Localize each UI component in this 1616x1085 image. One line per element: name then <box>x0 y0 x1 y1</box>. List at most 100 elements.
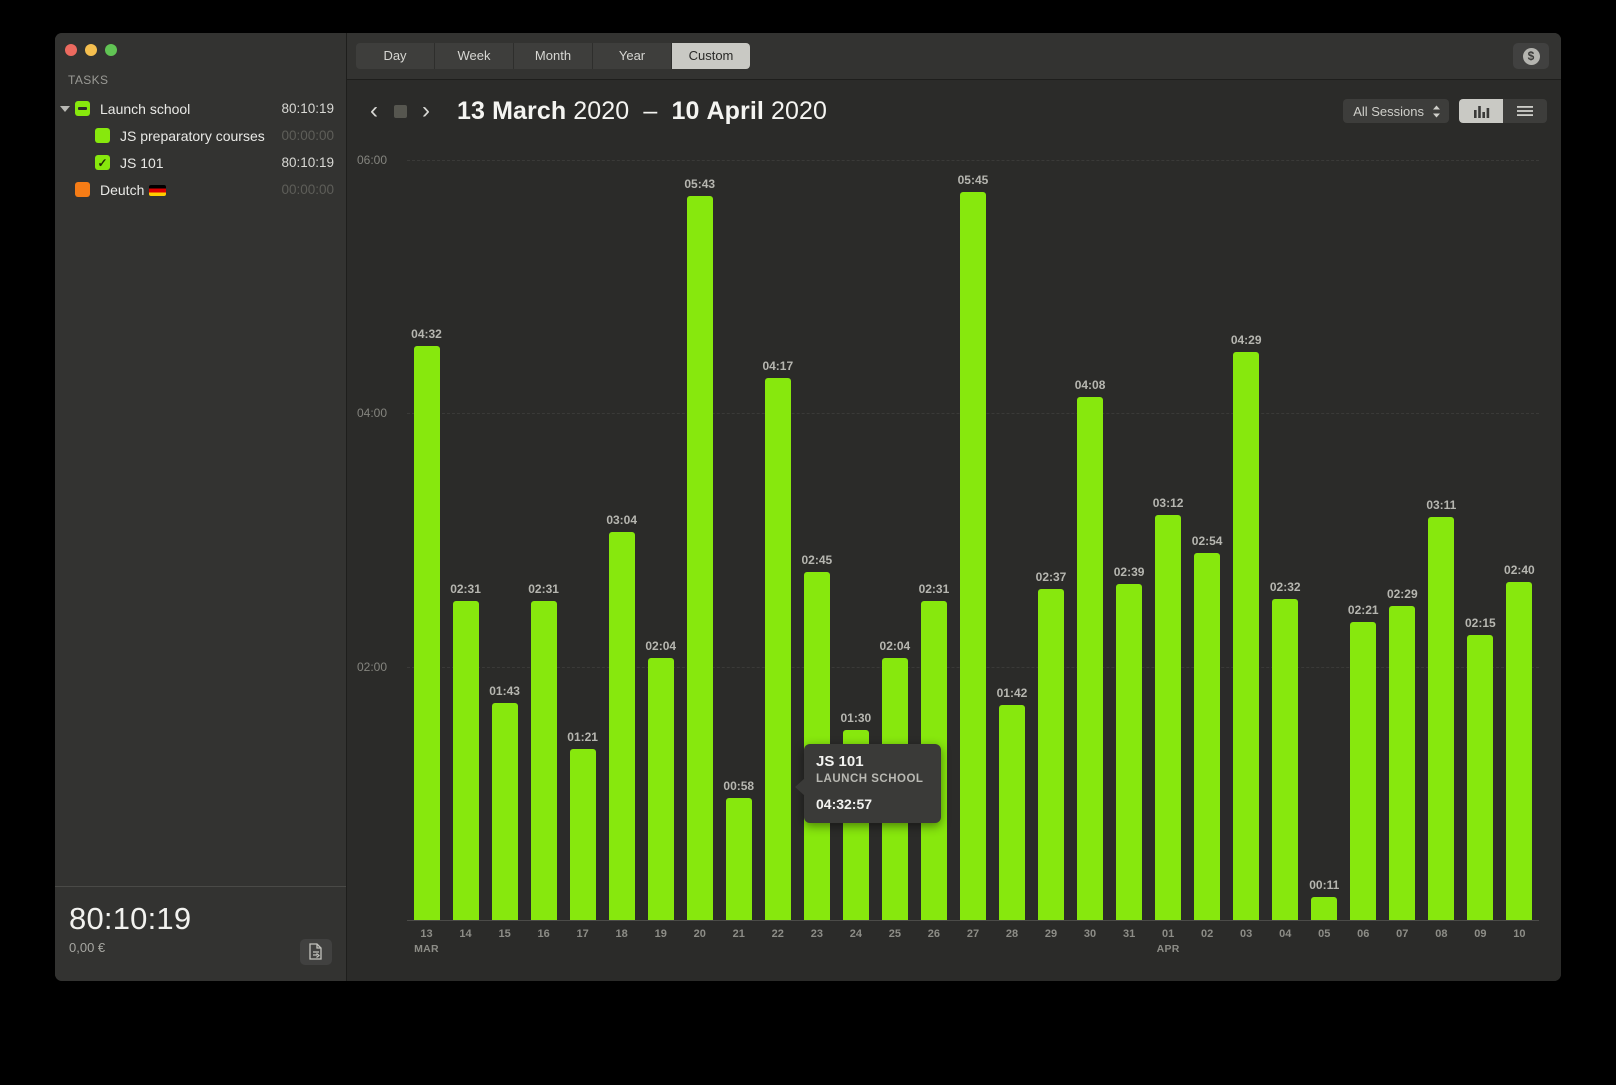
bar-column[interactable]: 04:29 <box>1227 142 1266 920</box>
bar[interactable] <box>1116 584 1143 920</box>
bar[interactable] <box>647 658 674 920</box>
bar[interactable] <box>998 704 1025 920</box>
tab-year[interactable]: Year <box>593 43 672 69</box>
bar-column[interactable]: 02:31 <box>446 142 485 920</box>
bar-column[interactable]: 02:39 <box>1110 142 1149 920</box>
stop-button[interactable] <box>387 96 413 126</box>
sessions-filter-dropdown[interactable]: All Sessions <box>1343 99 1449 123</box>
bar-column[interactable]: 02:04 <box>641 142 680 920</box>
bar-column[interactable]: 03:04 <box>602 142 641 920</box>
x-axis-tick: 04 <box>1266 928 1305 955</box>
x-axis-tick: 19 <box>641 928 680 955</box>
bar[interactable] <box>1155 514 1182 920</box>
bar[interactable] <box>1311 896 1338 920</box>
bar-column[interactable]: 05:43 <box>680 142 719 920</box>
right-controls: All Sessions <box>1343 99 1547 123</box>
x-axis-tick: 29 <box>1032 928 1071 955</box>
view-list-button[interactable] <box>1503 99 1547 123</box>
tab-month[interactable]: Month <box>514 43 593 69</box>
bar-column[interactable]: 02:37 <box>1032 142 1071 920</box>
bar-value-label: 02:21 <box>1347 603 1379 618</box>
bar-column[interactable]: 00:11 <box>1305 142 1344 920</box>
x-axis-day-label: 24 <box>849 928 862 940</box>
tab-custom[interactable]: Custom <box>672 43 750 69</box>
export-button[interactable] <box>300 939 332 965</box>
color-chip-green-minus-icon <box>75 101 90 116</box>
bar[interactable] <box>1467 635 1494 920</box>
bar[interactable] <box>1194 552 1221 920</box>
bar-column[interactable]: 00:58 <box>719 142 758 920</box>
bar-column[interactable]: 02:29 <box>1383 142 1422 920</box>
bar-column[interactable]: 02:40 <box>1500 142 1539 920</box>
y-axis-tick-label: 06:00 <box>357 153 388 167</box>
list-icon <box>1517 106 1533 116</box>
tab-day[interactable]: Day <box>356 43 435 69</box>
bar[interactable] <box>530 601 557 920</box>
bar[interactable] <box>1506 582 1533 920</box>
view-chart-button[interactable] <box>1459 99 1503 123</box>
bar[interactable] <box>1350 622 1377 920</box>
bar[interactable] <box>686 195 713 920</box>
bar-column[interactable]: 04:32 <box>407 142 446 920</box>
tab-week[interactable]: Week <box>435 43 514 69</box>
bar-value-label: 02:31 <box>528 582 559 597</box>
bar-column[interactable]: 02:15 <box>1461 142 1500 920</box>
zoom-window-button[interactable] <box>105 44 117 56</box>
bar[interactable] <box>1428 516 1455 920</box>
bar[interactable] <box>1272 599 1299 920</box>
view-mode-toggle[interactable] <box>1459 99 1547 123</box>
x-axis-tick: 27 <box>953 928 992 955</box>
bar[interactable] <box>452 601 479 920</box>
x-axis-day-label: 27 <box>966 928 980 940</box>
x-axis-day-label: 17 <box>576 928 589 940</box>
toolbar: Day Week Month Year Custom $ <box>347 33 1561 80</box>
bar[interactable] <box>1389 605 1416 920</box>
bar[interactable] <box>725 797 752 920</box>
bar-column[interactable]: 03:12 <box>1149 142 1188 920</box>
bar-column[interactable]: 02:32 <box>1266 142 1305 920</box>
bar-column[interactable]: 02:31 <box>524 142 563 920</box>
task-row-launch-school[interactable]: Launch school 80:10:19 <box>55 95 346 122</box>
task-row-js-preparatory-courses[interactable]: JS preparatory courses 00:00:00 <box>55 122 346 149</box>
bar-column[interactable]: 01:21 <box>563 142 602 920</box>
bar[interactable] <box>491 702 518 920</box>
bar-value-label: 02:31 <box>918 582 950 597</box>
money-button[interactable]: $ <box>1513 43 1549 69</box>
traffic-lights <box>55 33 346 67</box>
bar[interactable] <box>569 749 596 920</box>
disclosure-triangle-icon[interactable] <box>55 105 75 112</box>
bar[interactable] <box>1233 352 1260 920</box>
task-label: JS preparatory courses <box>120 127 265 144</box>
minimize-window-button[interactable] <box>85 44 97 56</box>
bar[interactable] <box>1077 396 1104 920</box>
close-window-button[interactable] <box>65 44 77 56</box>
bar-value-label: 02:04 <box>879 639 911 654</box>
next-period-button[interactable]: › <box>413 96 439 126</box>
bar-column[interactable]: 05:45 <box>953 142 992 920</box>
bar-column[interactable]: 02:54 <box>1188 142 1227 920</box>
x-axis-tick: 05 <box>1305 928 1344 955</box>
bar[interactable] <box>764 377 791 920</box>
range-dash: – <box>643 96 658 125</box>
bar-column[interactable]: 02:21 <box>1344 142 1383 920</box>
color-chip-green-check-icon[interactable]: ✓ <box>95 155 110 170</box>
x-axis-line <box>407 920 1539 921</box>
bar[interactable] <box>608 531 635 920</box>
bar-value-label: 02:29 <box>1386 586 1418 601</box>
range-start-day: 13 <box>457 96 486 125</box>
task-row-js-101[interactable]: ✓ JS 101 80:10:19 <box>55 149 346 176</box>
bar-column[interactable]: 04:08 <box>1071 142 1110 920</box>
bar-column[interactable]: 01:43 <box>485 142 524 920</box>
bar[interactable] <box>413 345 440 920</box>
bar[interactable] <box>1038 588 1065 920</box>
task-row-deutch[interactable]: Deutch 00:00:00 <box>55 176 346 203</box>
stop-square-icon <box>393 104 407 118</box>
previous-period-button[interactable]: ‹ <box>361 96 387 126</box>
bar-column[interactable]: 04:17 <box>758 142 797 920</box>
period-segmented-control[interactable]: Day Week Month Year Custom <box>356 43 750 69</box>
bar-column[interactable]: 01:42 <box>992 142 1031 920</box>
bar[interactable] <box>959 191 986 920</box>
bar-column[interactable]: 03:11 <box>1422 142 1461 920</box>
x-axis-day-label: 21 <box>732 928 745 940</box>
bar-value-label: 01:21 <box>567 730 598 744</box>
